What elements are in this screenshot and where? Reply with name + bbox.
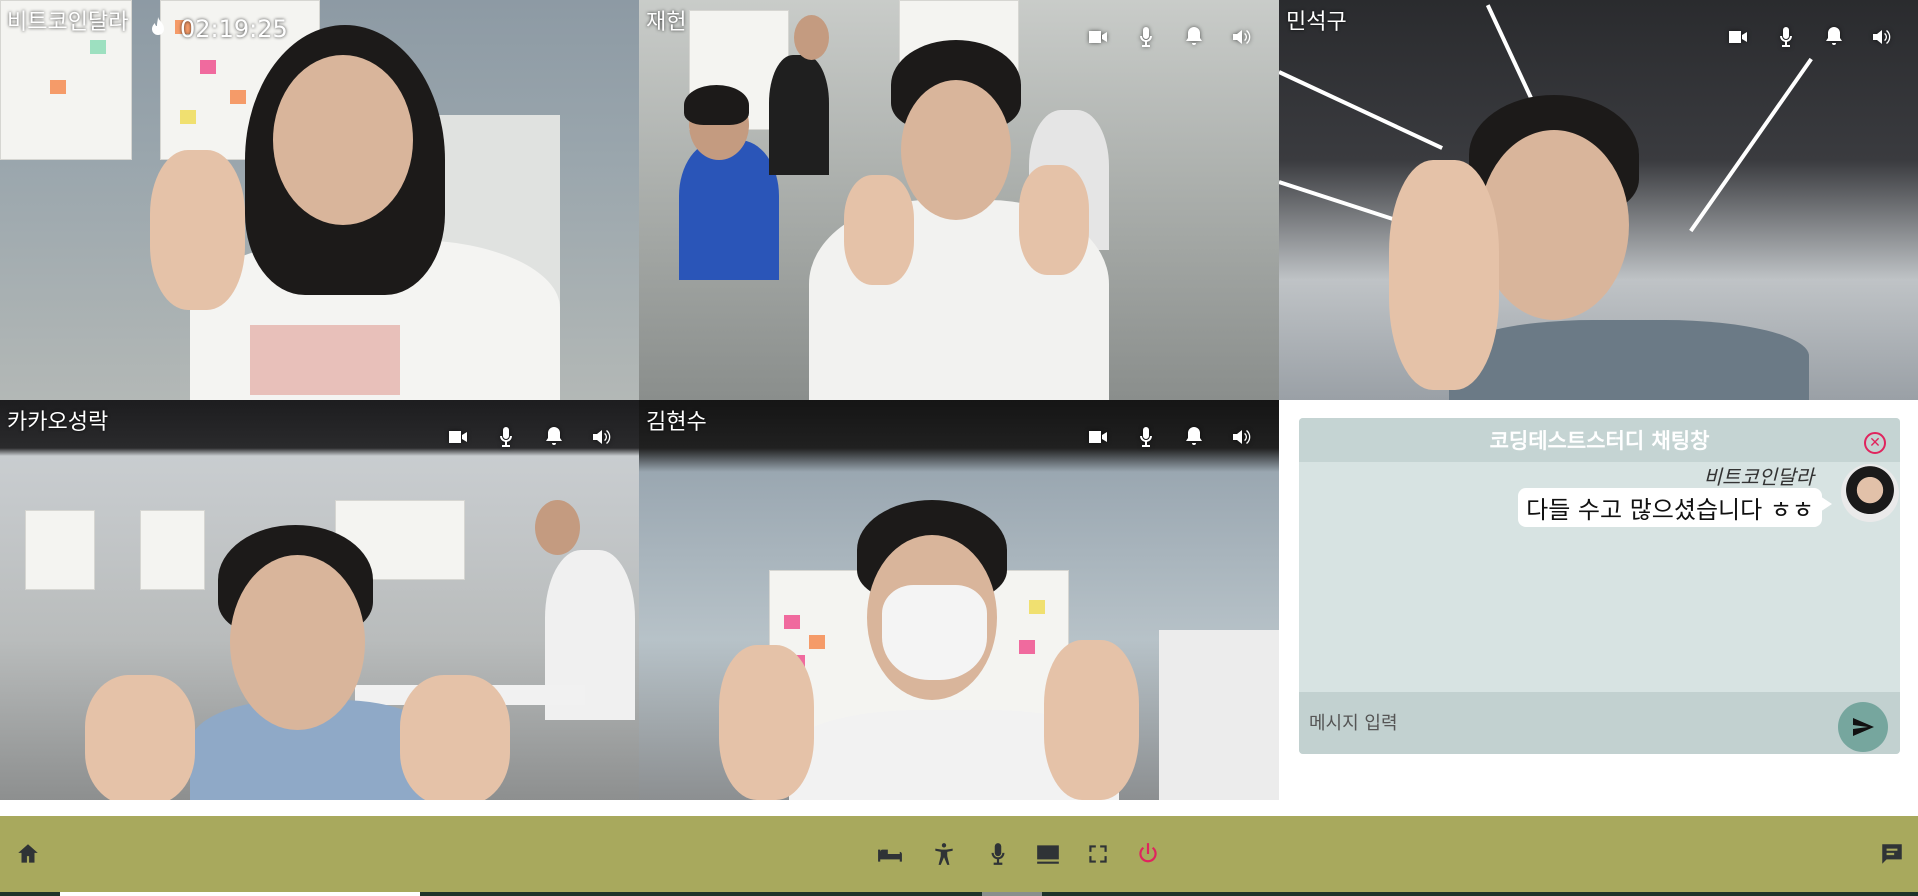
camera-icon[interactable]	[445, 424, 471, 450]
participant-name: 비트코인달라	[7, 10, 129, 35]
chat-title: 코딩테스트스터디 채팅창	[1489, 429, 1710, 453]
bottom-toolbar	[0, 816, 1918, 892]
video-feed	[639, 400, 1279, 800]
send-button[interactable]	[1838, 702, 1888, 752]
video-grid: 비트코인달라 02:19:25 재헌 민석구 카카오성락 김현수 코딩테스트스터…	[0, 0, 1918, 800]
tile-controls	[1725, 24, 1895, 50]
camera-icon[interactable]	[1085, 24, 1111, 50]
tile-controls	[1085, 24, 1255, 50]
chat-icon[interactable]	[1878, 840, 1906, 868]
tile-controls	[1085, 424, 1255, 450]
participant-name: 민석구	[1286, 10, 1347, 35]
microphone-icon[interactable]	[493, 424, 519, 450]
close-icon[interactable]: ✕	[1864, 432, 1886, 454]
bell-icon[interactable]	[1181, 424, 1207, 450]
bell-icon[interactable]	[1821, 24, 1847, 50]
video-conference-app: 비트코인달라 02:19:25 재헌 민석구 카카오성락 김현수 코딩테스트스터…	[0, 0, 1918, 896]
microphone-icon[interactable]	[1773, 24, 1799, 50]
video-tile-participant-3: 민석구	[1279, 0, 1918, 400]
message-text: 다들 수고 많으셨습니다 ㅎㅎ	[1518, 488, 1832, 527]
bell-icon[interactable]	[1181, 24, 1207, 50]
speaker-icon[interactable]	[1229, 24, 1255, 50]
timer-text: 02:19:25	[180, 15, 288, 43]
video-feed	[1279, 0, 1918, 400]
camera-icon[interactable]	[1725, 24, 1751, 50]
home-icon[interactable]	[14, 840, 42, 868]
accessibility-icon[interactable]	[930, 840, 958, 868]
video-feed	[0, 0, 639, 400]
chat-panel: 코딩테스트스터디 채팅창 ✕ 비트코인달라 다들 수고 많으셨습니다 ㅎㅎ	[1299, 418, 1900, 754]
video-tile-participant-1: 비트코인달라 02:19:25	[0, 0, 639, 400]
session-timer: 02:19:25	[150, 15, 288, 43]
power-icon[interactable]	[1134, 840, 1162, 868]
video-tile-participant-2: 재헌	[639, 0, 1279, 400]
strip-segment	[60, 892, 420, 896]
chat-input-bar	[1299, 692, 1900, 754]
microphone-icon[interactable]	[984, 840, 1012, 868]
tile-controls	[445, 424, 615, 450]
speaker-icon[interactable]	[589, 424, 615, 450]
speaker-icon[interactable]	[1229, 424, 1255, 450]
screen-share-icon[interactable]	[1034, 840, 1062, 868]
video-tile-participant-5: 김현수	[639, 400, 1279, 800]
speaker-icon[interactable]	[1869, 24, 1895, 50]
fire-icon	[150, 16, 166, 42]
camera-icon[interactable]	[1085, 424, 1111, 450]
participant-name: 카카오성락	[7, 410, 109, 435]
video-tile-participant-4: 카카오성락	[0, 400, 639, 800]
send-icon	[1853, 718, 1874, 736]
microphone-icon[interactable]	[1133, 424, 1159, 450]
video-feed	[0, 400, 639, 800]
strip-segment	[982, 892, 1042, 896]
message-sender: 비트코인달라	[1703, 465, 1814, 489]
avatar	[1841, 464, 1899, 522]
participant-name: 재헌	[646, 10, 687, 35]
bed-icon[interactable]	[876, 840, 904, 868]
video-feed	[639, 0, 1279, 400]
message-input[interactable]	[1309, 708, 1809, 738]
fullscreen-icon[interactable]	[1084, 840, 1112, 868]
bell-icon[interactable]	[541, 424, 567, 450]
chat-header: 코딩테스트스터디 채팅창	[1299, 418, 1900, 462]
participant-name: 김현수	[646, 410, 707, 435]
microphone-icon[interactable]	[1133, 24, 1159, 50]
